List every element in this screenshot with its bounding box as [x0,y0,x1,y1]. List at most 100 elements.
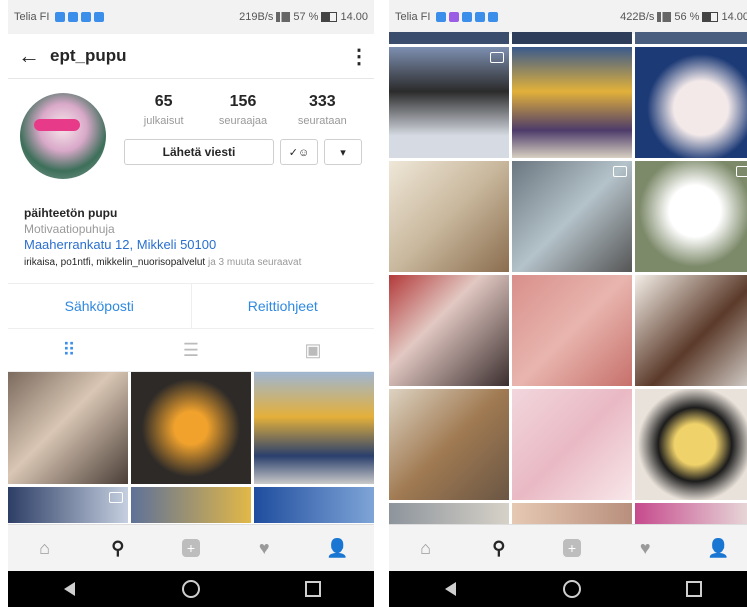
grid-photo[interactable] [512,275,632,386]
stat-followers-label: seuraajaa [218,115,268,127]
home-circle-icon[interactable] [130,571,252,607]
stat-following-value: 333 [308,93,336,110]
search-icon[interactable]: ⚲ [81,525,154,571]
video-icon [109,492,123,503]
grid-photo[interactable] [389,161,509,272]
profile-icon[interactable]: 👤 [682,525,747,571]
signal-icon [276,12,291,22]
notification-icon [475,12,486,22]
stat-following[interactable]: 333 seurataan [283,93,362,127]
photo-grid [389,32,747,607]
recents-square-icon[interactable] [252,571,374,607]
notification-icon [55,12,66,22]
grid-photo[interactable] [389,275,509,386]
notification-icon [462,12,473,22]
system-navigation [8,571,374,607]
home-icon[interactable]: ⌂ [8,525,81,571]
profile-address-link[interactable]: Maaherrankatu 12, Mikkeli 50100 [24,237,358,253]
grid-photo[interactable] [512,47,632,158]
signal-icon [657,12,672,22]
profile-username: ept_pupu [50,46,127,65]
grid-photo[interactable] [635,47,747,158]
send-message-button[interactable]: Lähetä viesti [124,139,274,165]
grid-view-icon[interactable]: ⠿ [8,329,130,371]
list-view-icon[interactable]: ☰ [130,329,252,371]
home-circle-icon[interactable] [511,571,633,607]
profile-display-name: päihteetön pupu [24,206,118,220]
grid-photo[interactable] [254,487,374,523]
more-vertical-icon[interactable]: ⋮ [344,44,374,69]
bottom-navigation: ⌂ ⚲ + ♥ 👤 [389,524,747,571]
add-post-icon[interactable]: + [535,525,608,571]
home-icon[interactable]: ⌂ [389,525,462,571]
grid-photo[interactable] [131,372,251,484]
grid-photo[interactable] [131,487,251,523]
video-icon [490,52,504,63]
add-post-icon[interactable]: + [154,525,227,571]
followed-by-more: ja 3 muuta seuraavat [207,257,302,268]
grid-photo[interactable] [389,32,509,44]
dropdown-arrow-icon[interactable]: ▾ [324,139,362,165]
notification-icon [436,12,447,22]
notification-icon [449,12,460,22]
profile-screen: Telia FI 219B/s 57 % 14.00 ← ept_pupu ⋮ … [8,0,374,607]
grid-photo[interactable] [635,275,747,386]
status-bar: Telia FI 219B/s 57 % 14.00 [8,0,374,34]
bottom-navigation: ⌂ ⚲ + ♥ 👤 [8,524,374,571]
profile-icon[interactable]: 👤 [301,525,374,571]
profile-stats: 65 julkaisut 156 seuraajaa 333 seurataan [124,93,362,127]
battery-icon [702,12,719,22]
heart-icon[interactable]: ♥ [228,525,301,571]
followed-by-names: irikaisa, po1ntfi, mikkelin_nuorisopalve… [24,257,206,268]
network-speed: 219B/s [239,11,274,23]
back-triangle-icon[interactable] [389,571,511,607]
grid-photo[interactable] [635,32,747,44]
video-icon [736,166,747,177]
grid-photo[interactable] [8,372,128,484]
stat-posts-value: 65 [154,93,173,110]
battery-icon [321,12,338,22]
status-bar: Telia FI 422B/s 56 % 14.00 [389,0,747,34]
heart-icon[interactable]: ♥ [609,525,682,571]
directions-button[interactable]: Reittiohjeet [190,284,375,328]
tagged-photos-icon[interactable]: ▣ [252,329,374,371]
profile-category: Motivaatiopuhuja [24,222,115,236]
photo-grid-screen: Telia FI 422B/s 56 % 14.00 ⌂ ⚲ + ♥ 👤 [389,0,747,607]
notification-icon [94,12,105,22]
profile-header: 65 julkaisut 156 seuraajaa 333 seurataan… [8,79,374,179]
battery-percent: 57 % [293,11,319,23]
carrier-label: Telia FI [395,11,431,23]
grid-photo[interactable] [635,161,747,272]
email-button[interactable]: Sähköposti [8,284,191,328]
back-triangle-icon[interactable] [8,571,130,607]
profile-bio: päihteetön pupu Motivaatiopuhuja Maaherr… [8,177,374,269]
grid-photo[interactable] [512,161,632,272]
followed-by[interactable]: irikaisa, po1ntfi, mikkelin_nuorisopalve… [24,257,358,269]
grid-photo[interactable] [635,389,747,500]
back-arrow-icon[interactable]: ← [8,43,50,69]
notification-icon [488,12,499,22]
grid-photo[interactable] [389,389,509,500]
stat-posts-label: julkaisut [143,115,184,127]
avatar[interactable] [20,93,106,179]
carrier-label: Telia FI [14,11,50,23]
stat-followers-value: 156 [229,93,257,110]
notification-icon [81,12,92,22]
following-user-icon[interactable]: ✓☺ [280,139,318,165]
stat-followers[interactable]: 156 seuraajaa [203,93,282,127]
stat-following-label: seurataan [297,115,347,127]
clock: 14.00 [721,11,747,23]
grid-photo[interactable] [389,47,509,158]
recents-square-icon[interactable] [633,571,747,607]
grid-photo[interactable] [512,389,632,500]
grid-photo[interactable] [254,372,374,484]
app-bar: ← ept_pupu ⋮ [8,34,374,79]
battery-percent: 56 % [674,11,700,23]
search-icon[interactable]: ⚲ [462,525,535,571]
grid-photo[interactable] [512,32,632,44]
grid-photo[interactable] [8,487,128,523]
stat-posts: 65 julkaisut [124,93,203,127]
notification-icon [68,12,79,22]
profile-tabs: ⠿ ☰ ▣ [8,329,374,372]
photo-grid [8,372,374,523]
